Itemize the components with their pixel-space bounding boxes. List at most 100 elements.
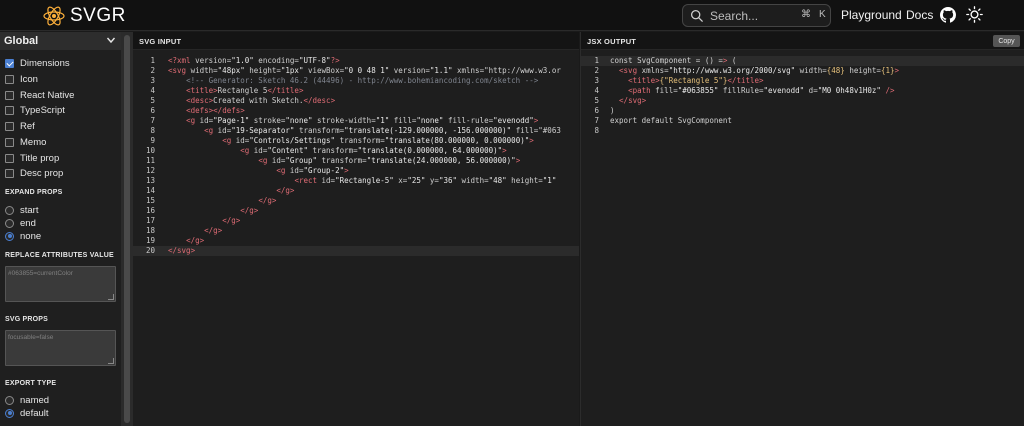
github-icon[interactable] <box>940 7 956 23</box>
sidebar-scrollbar[interactable] <box>121 32 133 426</box>
svg-input-line: 20 </svg> <box>133 246 579 256</box>
jsx-output-header: JSX OUTPUT Copy <box>581 32 1024 50</box>
icon-checkbox[interactable] <box>5 74 14 84</box>
line-number: 3 <box>594 76 599 85</box>
shortcut-cmd-key: ⌘ <box>801 9 811 20</box>
code-text: </g> <box>204 226 223 235</box>
line-number: 13 <box>145 176 155 185</box>
svg-props-title: SVG PROPS <box>5 316 49 323</box>
option-icon[interactable]: Icon <box>5 72 38 86</box>
line-number: 15 <box>145 196 155 205</box>
preset-select[interactable]: Global <box>0 32 121 50</box>
svg-props-textarea[interactable]: focusable=false <box>5 330 116 366</box>
expand-props-title: EXPAND PROPS <box>5 189 63 196</box>
line-number: 2 <box>150 66 155 75</box>
svg-input-line: 4 <title>Rectangle 5</title> <box>133 86 579 96</box>
logo[interactable]: SVGR <box>42 4 126 28</box>
svg-input-line: 18 </g> <box>133 226 579 236</box>
copy-button[interactable]: Copy <box>993 35 1020 47</box>
svg-input-line: 10 <g id="Content" transform="translate(… <box>133 146 579 156</box>
code-text: <title>{"Rectangle 5"}</title> <box>628 76 764 85</box>
export-type-title: EXPORT TYPE <box>5 380 57 387</box>
react-atom-icon <box>43 6 65 26</box>
code-text: <g id="19-Separator" transform="translat… <box>204 126 561 135</box>
default-radio[interactable] <box>5 408 14 418</box>
code-text: <path fill="#063855" fillRule="evenodd" … <box>628 86 895 95</box>
line-number: 8 <box>594 126 599 135</box>
end-radio[interactable] <box>5 218 14 228</box>
replace-attributes-textarea[interactable]: #063855=currentColor <box>5 266 116 302</box>
jsx-output-line: 1 const SvgComponent = () => ( <box>581 56 1024 66</box>
option-typescript[interactable]: TypeScript <box>5 103 65 117</box>
ref-checkbox[interactable] <box>5 121 14 131</box>
svg-input-editor[interactable]: 1 <?xml version="1.0" encoding="UTF-8"?> 2… <box>133 56 579 426</box>
named-radio[interactable] <box>5 395 14 405</box>
svg-input-line: 14 </g> <box>133 186 579 196</box>
option-label: React Native <box>20 89 75 101</box>
top-header: SVGR Search... ⌘ K Playground Docs <box>0 0 1024 31</box>
start-radio[interactable] <box>5 205 14 215</box>
nav-playground-link[interactable]: Playground <box>841 8 902 22</box>
option-label: Icon <box>20 73 38 85</box>
radio-label: start <box>20 204 39 216</box>
svg-input-line: 16 </g> <box>133 206 579 216</box>
svg-input-line: 13 <rect id="Rectangle-5" x="25" y="36" … <box>133 176 579 186</box>
export-type-named[interactable]: named <box>5 393 49 407</box>
desc-prop-checkbox[interactable] <box>5 168 14 178</box>
option-ref[interactable]: Ref <box>5 119 35 133</box>
memo-checkbox[interactable] <box>5 137 14 147</box>
expand-props-end[interactable]: end <box>5 216 36 230</box>
code-text: <g id="Content" transform="translate(0.0… <box>240 146 507 155</box>
line-number: 1 <box>150 56 155 65</box>
line-number: 18 <box>145 226 155 235</box>
react-native-checkbox[interactable] <box>5 90 14 100</box>
option-label: Memo <box>20 136 47 148</box>
search-icon <box>690 9 703 22</box>
option-react-native[interactable]: React Native <box>5 88 74 102</box>
typescript-checkbox[interactable] <box>5 105 14 115</box>
jsx-output-line: 6) <box>581 106 1024 116</box>
chevron-down-icon <box>106 37 116 44</box>
code-text: <?xml version="1.0" encoding="UTF-8"?> <box>168 56 340 65</box>
none-radio[interactable] <box>5 231 14 241</box>
replace-attributes-placeholder: #063855=currentColor <box>8 270 73 277</box>
line-number: 14 <box>145 186 155 195</box>
line-number: 6 <box>594 106 599 115</box>
option-dimensions[interactable]: Dimensions <box>5 56 70 70</box>
jsx-output-panel: JSX OUTPUT Copy 1 const SvgComponent = ()… <box>580 32 1024 426</box>
expand-props-start[interactable]: start <box>5 203 38 217</box>
nav-docs-link[interactable]: Docs <box>906 8 933 22</box>
option-desc-prop[interactable]: Desc prop <box>5 166 63 180</box>
radio-label: default <box>20 407 49 419</box>
jsx-output-line: 4 <path fill="#063855" fillRule="evenodd… <box>581 86 1024 96</box>
settings-sidebar: Global Dimensions Icon React Native Type… <box>0 32 121 426</box>
scrollbar-thumb[interactable] <box>124 35 130 423</box>
option-title-prop[interactable]: Title prop <box>5 151 59 165</box>
line-number: 8 <box>150 126 155 135</box>
resize-handle[interactable] <box>108 358 114 364</box>
option-memo[interactable]: Memo <box>5 135 46 149</box>
export-type-default[interactable]: default <box>5 406 49 420</box>
resize-handle[interactable] <box>108 294 114 300</box>
code-text: <defs></defs> <box>186 106 245 115</box>
svg-input-title: SVG INPUT <box>139 37 182 46</box>
svg-input-line: 15 </g> <box>133 196 579 206</box>
title-prop-checkbox[interactable] <box>5 153 14 163</box>
radio-label: none <box>20 230 42 242</box>
code-text: <g id="Page-1" stroke="none" stroke-widt… <box>186 116 539 125</box>
line-number: 19 <box>145 236 155 245</box>
expand-props-none[interactable]: none <box>5 229 41 243</box>
line-number: 20 <box>145 246 155 255</box>
code-text: ) <box>610 106 615 115</box>
search-placeholder: Search... <box>710 8 759 23</box>
logo-text: SVGR <box>70 5 126 26</box>
option-label: TypeScript <box>20 104 65 116</box>
theme-toggle-sun-icon[interactable] <box>966 6 983 23</box>
jsx-output-editor[interactable]: 1 const SvgComponent = () => (2 <svg xmln… <box>581 56 1024 426</box>
code-text: </g> <box>240 206 259 215</box>
dimensions-checkbox[interactable] <box>5 58 14 68</box>
code-text: </svg> <box>168 246 196 255</box>
search-button[interactable]: Search... ⌘ K <box>682 4 831 27</box>
line-number: 5 <box>594 96 599 105</box>
line-number: 10 <box>145 146 155 155</box>
